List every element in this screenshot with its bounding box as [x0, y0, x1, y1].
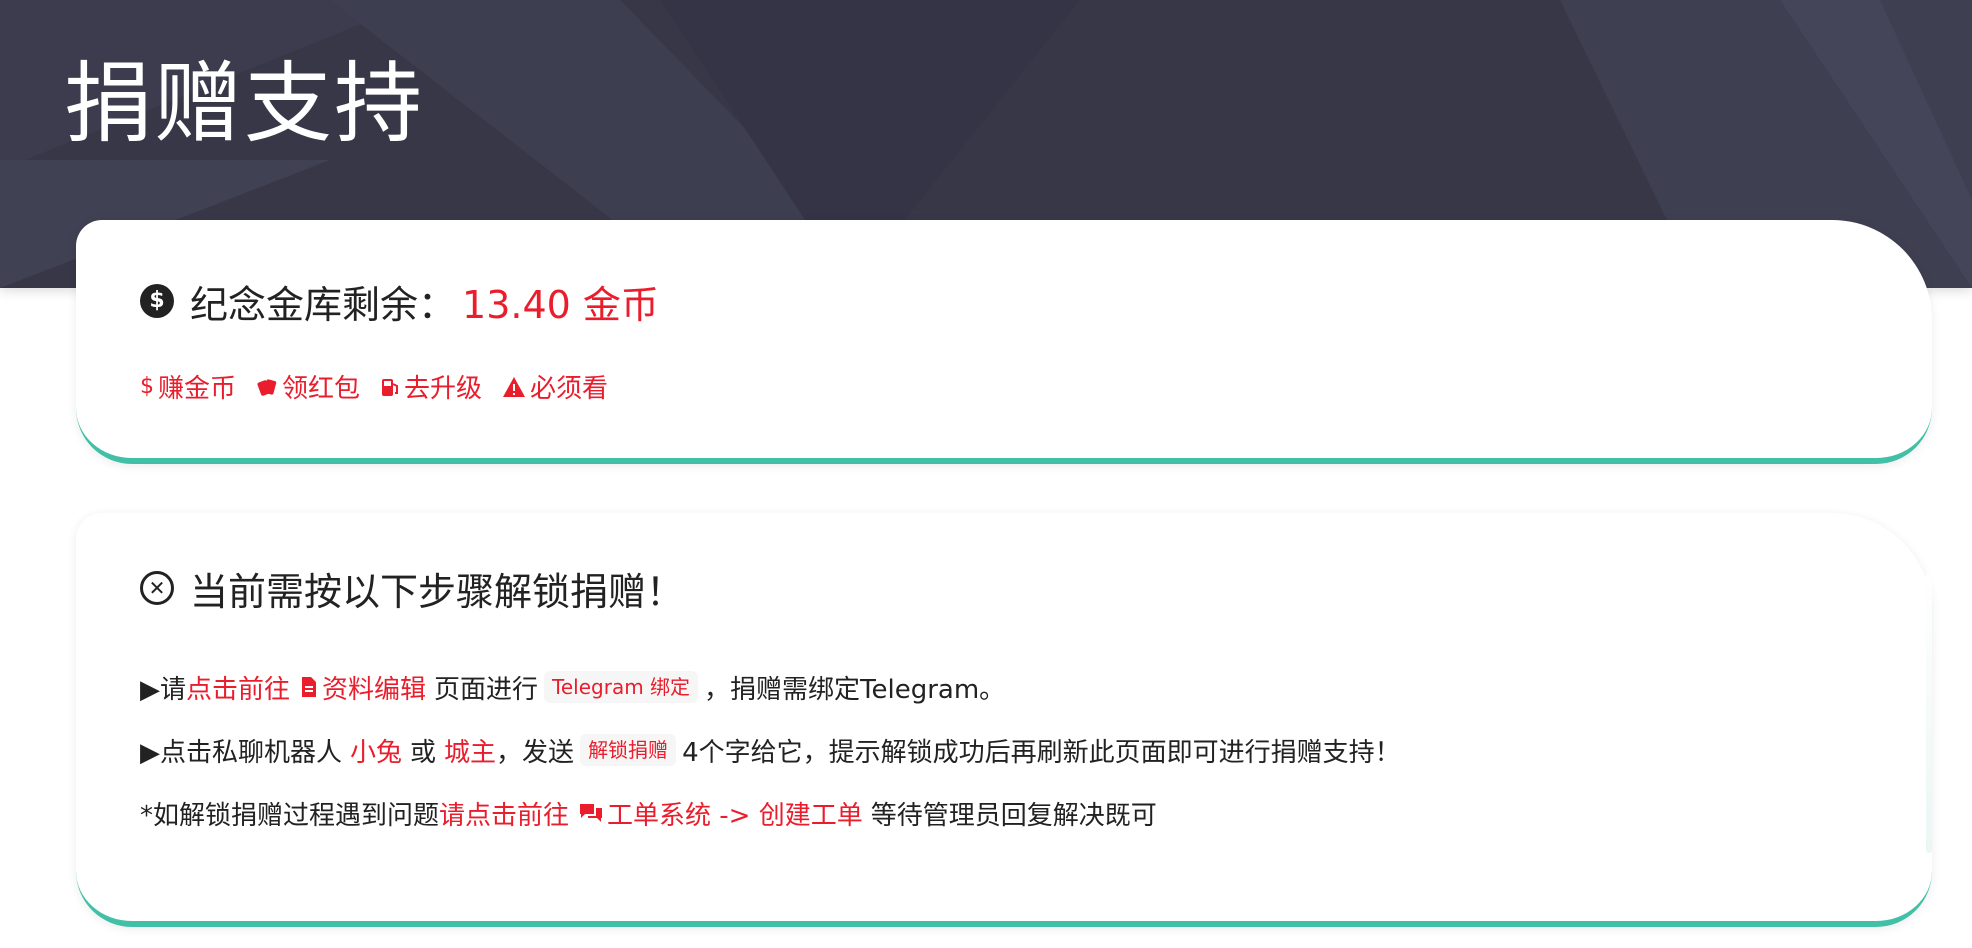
step1-middle: 页面进行 — [434, 674, 539, 705]
ticket-go-link[interactable]: 请点击前往 — [439, 795, 569, 832]
red-packet-link[interactable]: 领红包 — [256, 368, 360, 405]
fuel-icon — [380, 376, 400, 398]
vault-balance: $ 纪念金库剩余： 13.40 金币 — [140, 276, 659, 327]
dollar-circle-icon: $ — [140, 284, 174, 318]
page-title: 捐赠支持 — [64, 52, 425, 155]
step2-send: ，发送 — [496, 737, 575, 768]
unlock-step-2: ▶点击私聊机器人 小兔 或 城主 ，发送 解锁捐赠 4个字给它，提示解锁成功后再… — [140, 728, 1401, 772]
go-link[interactable]: 点击前往 — [186, 669, 290, 706]
must-read-label: 必须看 — [530, 374, 609, 404]
earn-coins-link[interactable]: $ 赚金币 — [140, 368, 236, 405]
unlock-step-3: *如解锁捐赠过程遇到问题 请点击前往 工单系统 -> 创建工单 等待管理员回复解… — [140, 791, 1157, 835]
upgrade-link[interactable]: 去升级 — [380, 368, 482, 405]
profile-edit-link[interactable]: 资料编辑 — [322, 669, 426, 706]
earn-coins-label: 赚金币 — [158, 374, 237, 404]
step1-suffix: ，捐赠需绑定Telegram。 — [704, 674, 1006, 705]
unlock-card: ✕ 当前需按以下步骤解锁捐赠！ ▶请 点击前往 资料编辑 页面进行 Telegr… — [76, 513, 1932, 927]
unlock-step-1: ▶请 点击前往 资料编辑 页面进行 Telegram 绑定 ，捐赠需绑定Tele… — [140, 665, 1005, 709]
document-icon — [300, 676, 318, 698]
red-packet-label: 领红包 — [282, 374, 361, 404]
vault-value: 13.40 金币 — [462, 282, 659, 327]
step2-or: 或 — [410, 737, 437, 768]
x-circle-icon: ✕ — [140, 571, 174, 605]
dollar-icon: $ — [140, 374, 154, 399]
bot-lord-link[interactable]: 城主 — [444, 732, 496, 769]
telegram-bind-code: Telegram 绑定 — [544, 671, 699, 703]
step1-prefix: ▶请 — [140, 674, 186, 705]
red-packet-icon — [256, 376, 278, 398]
unlock-donation-code: 解锁捐赠 — [580, 734, 677, 766]
step2-suffix: 4个字给它，提示解锁成功后再刷新此页面即可进行捐赠支持！ — [682, 737, 1401, 768]
create-ticket-link[interactable]: 工单系统 -> 创建工单 — [607, 795, 863, 832]
unlock-header: ✕ 当前需按以下步骤解锁捐赠！ — [140, 561, 684, 615]
bot-rabbit-link[interactable]: 小兔 — [350, 732, 402, 769]
step2-prefix: ▶点击私聊机器人 — [140, 737, 342, 768]
upgrade-label: 去升级 — [404, 374, 483, 404]
vault-label: 纪念金库剩余： — [190, 282, 457, 327]
step3-suffix: 等待管理员回复解决既可 — [870, 800, 1157, 831]
chat-icon — [579, 802, 603, 824]
step3-prefix: *如解锁捐赠过程遇到问题 — [140, 800, 440, 831]
must-read-link[interactable]: 必须看 — [502, 368, 608, 405]
vault-card: $ 纪念金库剩余： 13.40 金币 $ 赚金币 领红包 去升级 必须看 — [76, 220, 1932, 464]
quick-links: $ 赚金币 领红包 去升级 必须看 — [140, 368, 628, 405]
unlock-title: 当前需按以下步骤解锁捐赠！ — [190, 569, 685, 614]
warning-icon — [502, 376, 526, 398]
